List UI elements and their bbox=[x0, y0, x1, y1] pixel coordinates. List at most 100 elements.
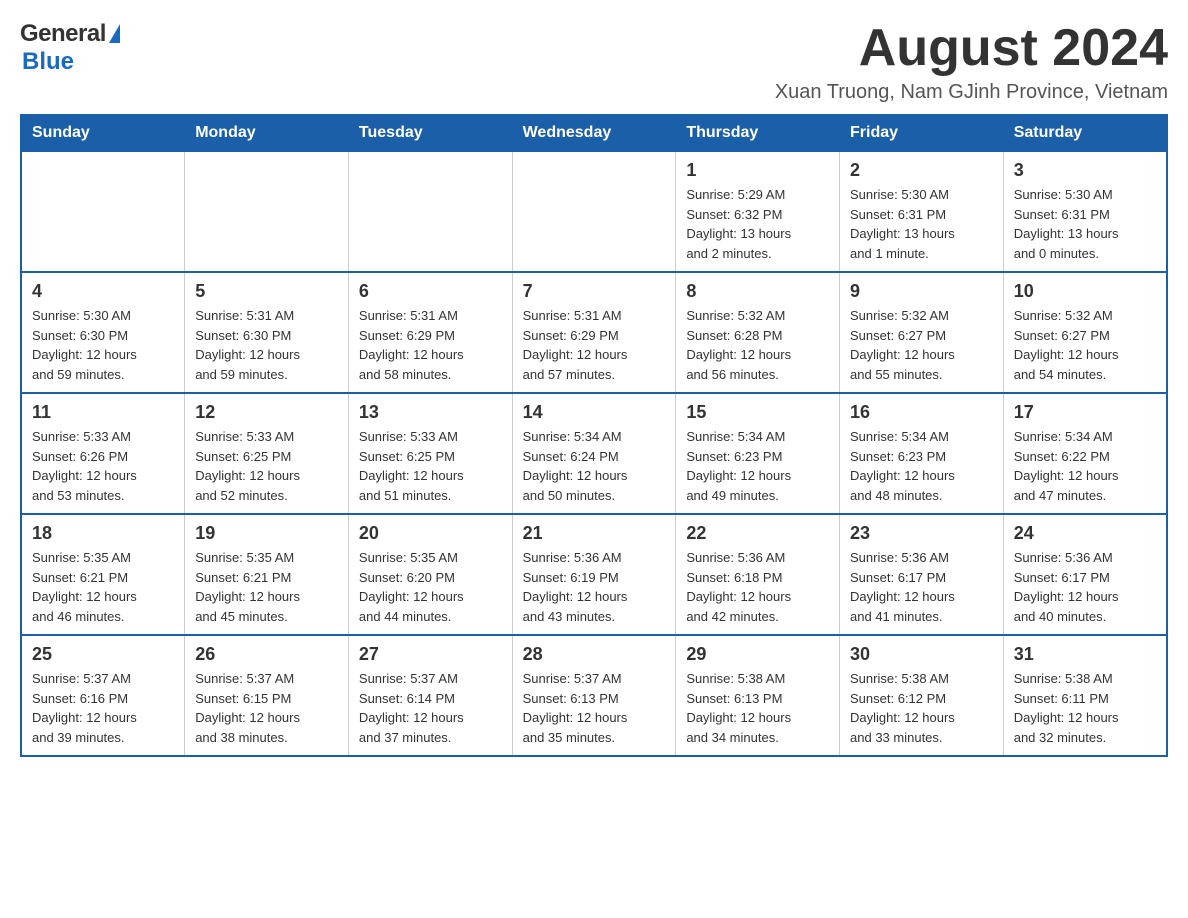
day-info: Sunrise: 5:38 AM Sunset: 6:13 PM Dayligh… bbox=[686, 669, 829, 747]
calendar-cell: 28 Sunrise: 5:37 AM Sunset: 6:13 PM Dayli… bbox=[512, 635, 676, 756]
day-info: Sunrise: 5:37 AM Sunset: 6:15 PM Dayligh… bbox=[195, 669, 338, 747]
day-info: Sunrise: 5:34 AM Sunset: 6:22 PM Dayligh… bbox=[1014, 427, 1156, 505]
title-area: August 2024 Xuan Truong, Nam GJinh Provi… bbox=[775, 20, 1168, 104]
day-number: 1 bbox=[686, 160, 829, 181]
day-number: 10 bbox=[1014, 281, 1156, 302]
calendar-cell bbox=[21, 151, 185, 272]
calendar-cell: 20Sunrise: 5:35 AM Sunset: 6:20 PM Dayli… bbox=[348, 514, 512, 635]
calendar-cell: 8 Sunrise: 5:32 AM Sunset: 6:28 PM Daylig… bbox=[676, 272, 840, 393]
day-info: Sunrise: 5:32 AM Sunset: 6:28 PM Dayligh… bbox=[686, 306, 829, 384]
calendar-day-header: Saturday bbox=[1003, 115, 1167, 151]
calendar-day-header: Sunday bbox=[21, 115, 185, 151]
day-info: Sunrise: 5:32 AM Sunset: 6:27 PM Dayligh… bbox=[850, 306, 993, 384]
calendar-cell: 27 Sunrise: 5:37 AM Sunset: 6:14 PM Dayli… bbox=[348, 635, 512, 756]
day-number: 5 bbox=[195, 281, 338, 302]
day-number: 30 bbox=[850, 644, 993, 665]
day-number: 6 bbox=[359, 281, 502, 302]
calendar-cell: 26 Sunrise: 5:37 AM Sunset: 6:15 PM Dayli… bbox=[185, 635, 349, 756]
day-info: Sunrise: 5:37 AM Sunset: 6:13 PM Dayligh… bbox=[523, 669, 666, 747]
day-info: Sunrise: 5:34 AM Sunset: 6:24 PM Dayligh… bbox=[523, 427, 666, 505]
day-info: Sunrise: 5:37 AM Sunset: 6:14 PM Dayligh… bbox=[359, 669, 502, 747]
calendar-cell: 3Sunrise: 5:30 AM Sunset: 6:31 PM Daylig… bbox=[1003, 151, 1167, 272]
day-info: Sunrise: 5:30 AM Sunset: 6:30 PM Dayligh… bbox=[32, 306, 174, 384]
calendar-cell: 2 Sunrise: 5:30 AM Sunset: 6:31 PM Daylig… bbox=[840, 151, 1004, 272]
calendar-cell: 22 Sunrise: 5:36 AM Sunset: 6:18 PM Dayli… bbox=[676, 514, 840, 635]
calendar-week-row: 18 Sunrise: 5:35 AM Sunset: 6:21 PM Dayli… bbox=[21, 514, 1167, 635]
day-info: Sunrise: 5:36 AM Sunset: 6:18 PM Dayligh… bbox=[686, 548, 829, 626]
logo-blue-text: Blue bbox=[22, 48, 74, 75]
day-number: 13 bbox=[359, 402, 502, 423]
day-number: 24 bbox=[1014, 523, 1156, 544]
calendar-cell: 16 Sunrise: 5:34 AM Sunset: 6:23 PM Dayli… bbox=[840, 393, 1004, 514]
day-info: Sunrise: 5:35 AM Sunset: 6:21 PM Dayligh… bbox=[32, 548, 174, 626]
calendar-cell: 25Sunrise: 5:37 AM Sunset: 6:16 PM Dayli… bbox=[21, 635, 185, 756]
day-info: Sunrise: 5:38 AM Sunset: 6:11 PM Dayligh… bbox=[1014, 669, 1156, 747]
day-info: Sunrise: 5:29 AM Sunset: 6:32 PM Dayligh… bbox=[686, 185, 829, 263]
day-number: 16 bbox=[850, 402, 993, 423]
calendar-cell: 15 Sunrise: 5:34 AM Sunset: 6:23 PM Dayli… bbox=[676, 393, 840, 514]
day-number: 14 bbox=[523, 402, 666, 423]
day-number: 29 bbox=[686, 644, 829, 665]
day-info: Sunrise: 5:38 AM Sunset: 6:12 PM Dayligh… bbox=[850, 669, 993, 747]
day-number: 9 bbox=[850, 281, 993, 302]
calendar-cell: 24 Sunrise: 5:36 AM Sunset: 6:17 PM Dayli… bbox=[1003, 514, 1167, 635]
calendar-cell: 1 Sunrise: 5:29 AM Sunset: 6:32 PM Daylig… bbox=[676, 151, 840, 272]
calendar-day-header: Tuesday bbox=[348, 115, 512, 151]
day-info: Sunrise: 5:30 AM Sunset: 6:31 PM Dayligh… bbox=[850, 185, 993, 263]
day-info: Sunrise: 5:31 AM Sunset: 6:29 PM Dayligh… bbox=[523, 306, 666, 384]
calendar-cell: 4 Sunrise: 5:30 AM Sunset: 6:30 PM Daylig… bbox=[21, 272, 185, 393]
calendar-cell: 12 Sunrise: 5:33 AM Sunset: 6:25 PM Dayli… bbox=[185, 393, 349, 514]
calendar-day-header: Thursday bbox=[676, 115, 840, 151]
day-number: 26 bbox=[195, 644, 338, 665]
calendar-cell: 9 Sunrise: 5:32 AM Sunset: 6:27 PM Daylig… bbox=[840, 272, 1004, 393]
calendar-cell: 10 Sunrise: 5:32 AM Sunset: 6:27 PM Dayli… bbox=[1003, 272, 1167, 393]
calendar-cell: 23Sunrise: 5:36 AM Sunset: 6:17 PM Dayli… bbox=[840, 514, 1004, 635]
calendar-cell: 17 Sunrise: 5:34 AM Sunset: 6:22 PM Dayli… bbox=[1003, 393, 1167, 514]
month-title: August 2024 bbox=[775, 20, 1168, 77]
day-number: 4 bbox=[32, 281, 174, 302]
day-number: 3 bbox=[1014, 160, 1156, 181]
day-info: Sunrise: 5:33 AM Sunset: 6:25 PM Dayligh… bbox=[195, 427, 338, 505]
calendar-cell: 30 Sunrise: 5:38 AM Sunset: 6:12 PM Dayli… bbox=[840, 635, 1004, 756]
calendar-week-row: 25Sunrise: 5:37 AM Sunset: 6:16 PM Dayli… bbox=[21, 635, 1167, 756]
calendar-table: SundayMondayTuesdayWednesdayThursdayFrid… bbox=[20, 114, 1168, 757]
day-info: Sunrise: 5:33 AM Sunset: 6:25 PM Dayligh… bbox=[359, 427, 502, 505]
day-number: 25 bbox=[32, 644, 174, 665]
logo: General Blue bbox=[20, 20, 120, 76]
calendar-cell bbox=[348, 151, 512, 272]
day-number: 22 bbox=[686, 523, 829, 544]
day-info: Sunrise: 5:36 AM Sunset: 6:17 PM Dayligh… bbox=[1014, 548, 1156, 626]
day-number: 8 bbox=[686, 281, 829, 302]
day-number: 17 bbox=[1014, 402, 1156, 423]
header: General Blue August 2024 Xuan Truong, Na… bbox=[20, 20, 1168, 104]
day-info: Sunrise: 5:33 AM Sunset: 6:26 PM Dayligh… bbox=[32, 427, 174, 505]
day-info: Sunrise: 5:35 AM Sunset: 6:20 PM Dayligh… bbox=[359, 548, 502, 626]
calendar-day-header: Friday bbox=[840, 115, 1004, 151]
day-info: Sunrise: 5:34 AM Sunset: 6:23 PM Dayligh… bbox=[686, 427, 829, 505]
calendar-cell: 7 Sunrise: 5:31 AM Sunset: 6:29 PM Daylig… bbox=[512, 272, 676, 393]
calendar-cell bbox=[512, 151, 676, 272]
day-number: 15 bbox=[686, 402, 829, 423]
logo-general-text: General bbox=[20, 20, 106, 48]
calendar-cell: 14 Sunrise: 5:34 AM Sunset: 6:24 PM Dayli… bbox=[512, 393, 676, 514]
day-number: 27 bbox=[359, 644, 502, 665]
day-number: 2 bbox=[850, 160, 993, 181]
calendar-week-row: 4 Sunrise: 5:30 AM Sunset: 6:30 PM Daylig… bbox=[21, 272, 1167, 393]
day-info: Sunrise: 5:34 AM Sunset: 6:23 PM Dayligh… bbox=[850, 427, 993, 505]
logo-triangle-icon bbox=[109, 24, 120, 43]
day-number: 18 bbox=[32, 523, 174, 544]
calendar-day-header: Wednesday bbox=[512, 115, 676, 151]
calendar-week-row: 11 Sunrise: 5:33 AM Sunset: 6:26 PM Dayli… bbox=[21, 393, 1167, 514]
day-number: 31 bbox=[1014, 644, 1156, 665]
day-number: 28 bbox=[523, 644, 666, 665]
calendar-cell: 13 Sunrise: 5:33 AM Sunset: 6:25 PM Dayli… bbox=[348, 393, 512, 514]
day-number: 12 bbox=[195, 402, 338, 423]
day-info: Sunrise: 5:31 AM Sunset: 6:30 PM Dayligh… bbox=[195, 306, 338, 384]
day-info: Sunrise: 5:35 AM Sunset: 6:21 PM Dayligh… bbox=[195, 548, 338, 626]
day-number: 11 bbox=[32, 402, 174, 423]
calendar-cell: 6Sunrise: 5:31 AM Sunset: 6:29 PM Daylig… bbox=[348, 272, 512, 393]
calendar-cell: 5 Sunrise: 5:31 AM Sunset: 6:30 PM Daylig… bbox=[185, 272, 349, 393]
day-number: 7 bbox=[523, 281, 666, 302]
day-info: Sunrise: 5:32 AM Sunset: 6:27 PM Dayligh… bbox=[1014, 306, 1156, 384]
calendar-cell bbox=[185, 151, 349, 272]
